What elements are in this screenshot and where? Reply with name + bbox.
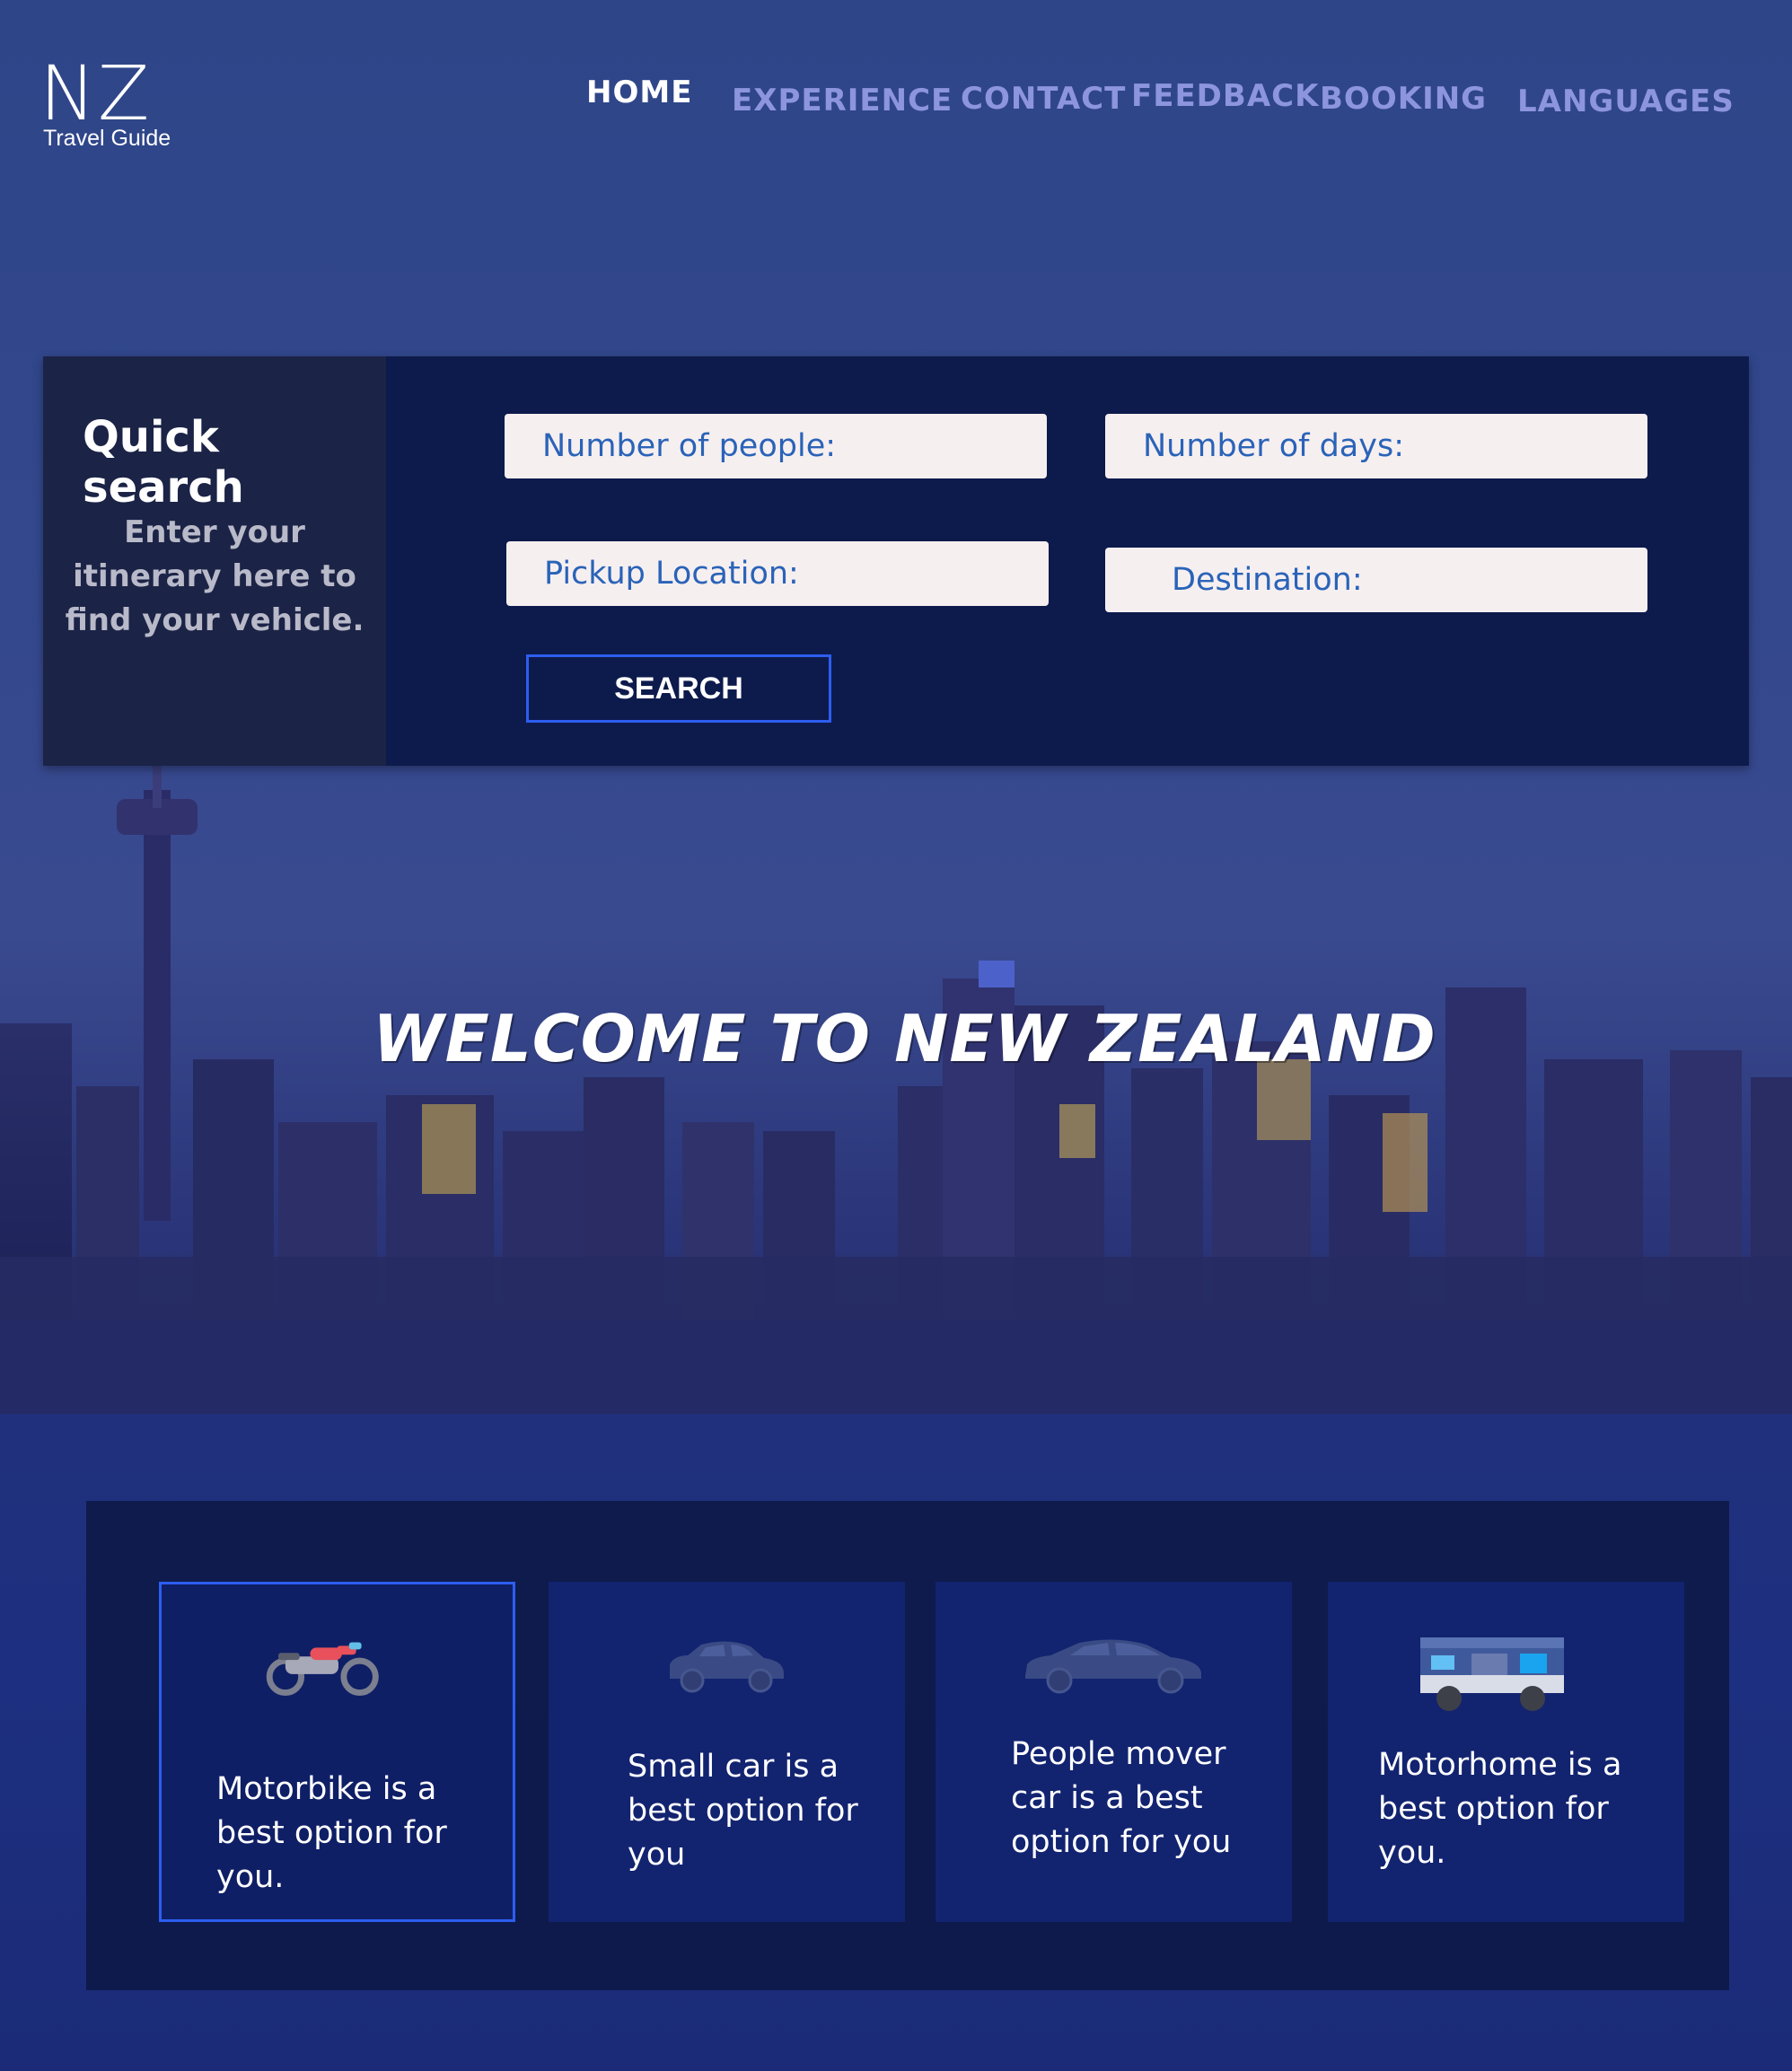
nav-experience[interactable]: EXPERIENCE	[732, 83, 953, 118]
vehicle-card-text: People mover car is a best option for yo…	[1011, 1736, 1232, 1860]
destination-input[interactable]	[1105, 548, 1647, 612]
vehicle-card-people-mover[interactable]: People mover car is a best option for yo…	[936, 1582, 1292, 1922]
hero-title: WELCOME TO NEW ZEALAND	[373, 1001, 1436, 1076]
nav-booking[interactable]: BOOKING	[1320, 81, 1487, 117]
quick-search-title: Quick search	[83, 412, 244, 513]
search-button[interactable]: SEARCH	[526, 654, 831, 723]
small-car-icon	[670, 1641, 784, 1693]
vehicle-card-text: Motorhome is a best option for you.	[1378, 1747, 1622, 1871]
vehicle-card-text: Motorbike is a best option for you.	[216, 1771, 447, 1895]
nav-contact[interactable]: CONTACT	[961, 81, 1126, 117]
number-of-people-input[interactable]	[505, 414, 1047, 478]
vehicle-card-motorhome[interactable]: Motorhome is a best option for you.	[1328, 1582, 1684, 1922]
nav-feedback[interactable]: FEEDBACK	[1131, 78, 1319, 114]
motorhome-icon	[1420, 1637, 1564, 1711]
people-mover-car-icon	[1025, 1639, 1201, 1694]
nav-languages[interactable]: LANGUAGES	[1517, 83, 1735, 119]
quick-search-subtitle: Enter your itinerary here to find your v…	[65, 514, 365, 638]
pickup-location-input[interactable]	[506, 541, 1049, 606]
nav-home[interactable]: HOME	[586, 75, 692, 110]
main-nav: HOME EXPERIENCE CONTACT FEEDBACK BOOKING…	[0, 72, 1792, 126]
vehicle-card-small-car[interactable]: Small car is a best option for you	[549, 1582, 905, 1922]
logo-subtitle: Travel Guide	[43, 126, 171, 151]
vehicle-card-motorbike[interactable]: Motorbike is a best option for you.	[159, 1582, 515, 1922]
motorbike-icon	[266, 1642, 379, 1697]
vehicle-card-text: Small car is a best option for you	[628, 1749, 858, 1873]
quick-search-panel: Quick search Enter your itinerary here t…	[43, 356, 1749, 766]
quick-search-intro: Quick search Enter your itinerary here t…	[43, 356, 386, 766]
number-of-days-input[interactable]	[1105, 414, 1647, 478]
